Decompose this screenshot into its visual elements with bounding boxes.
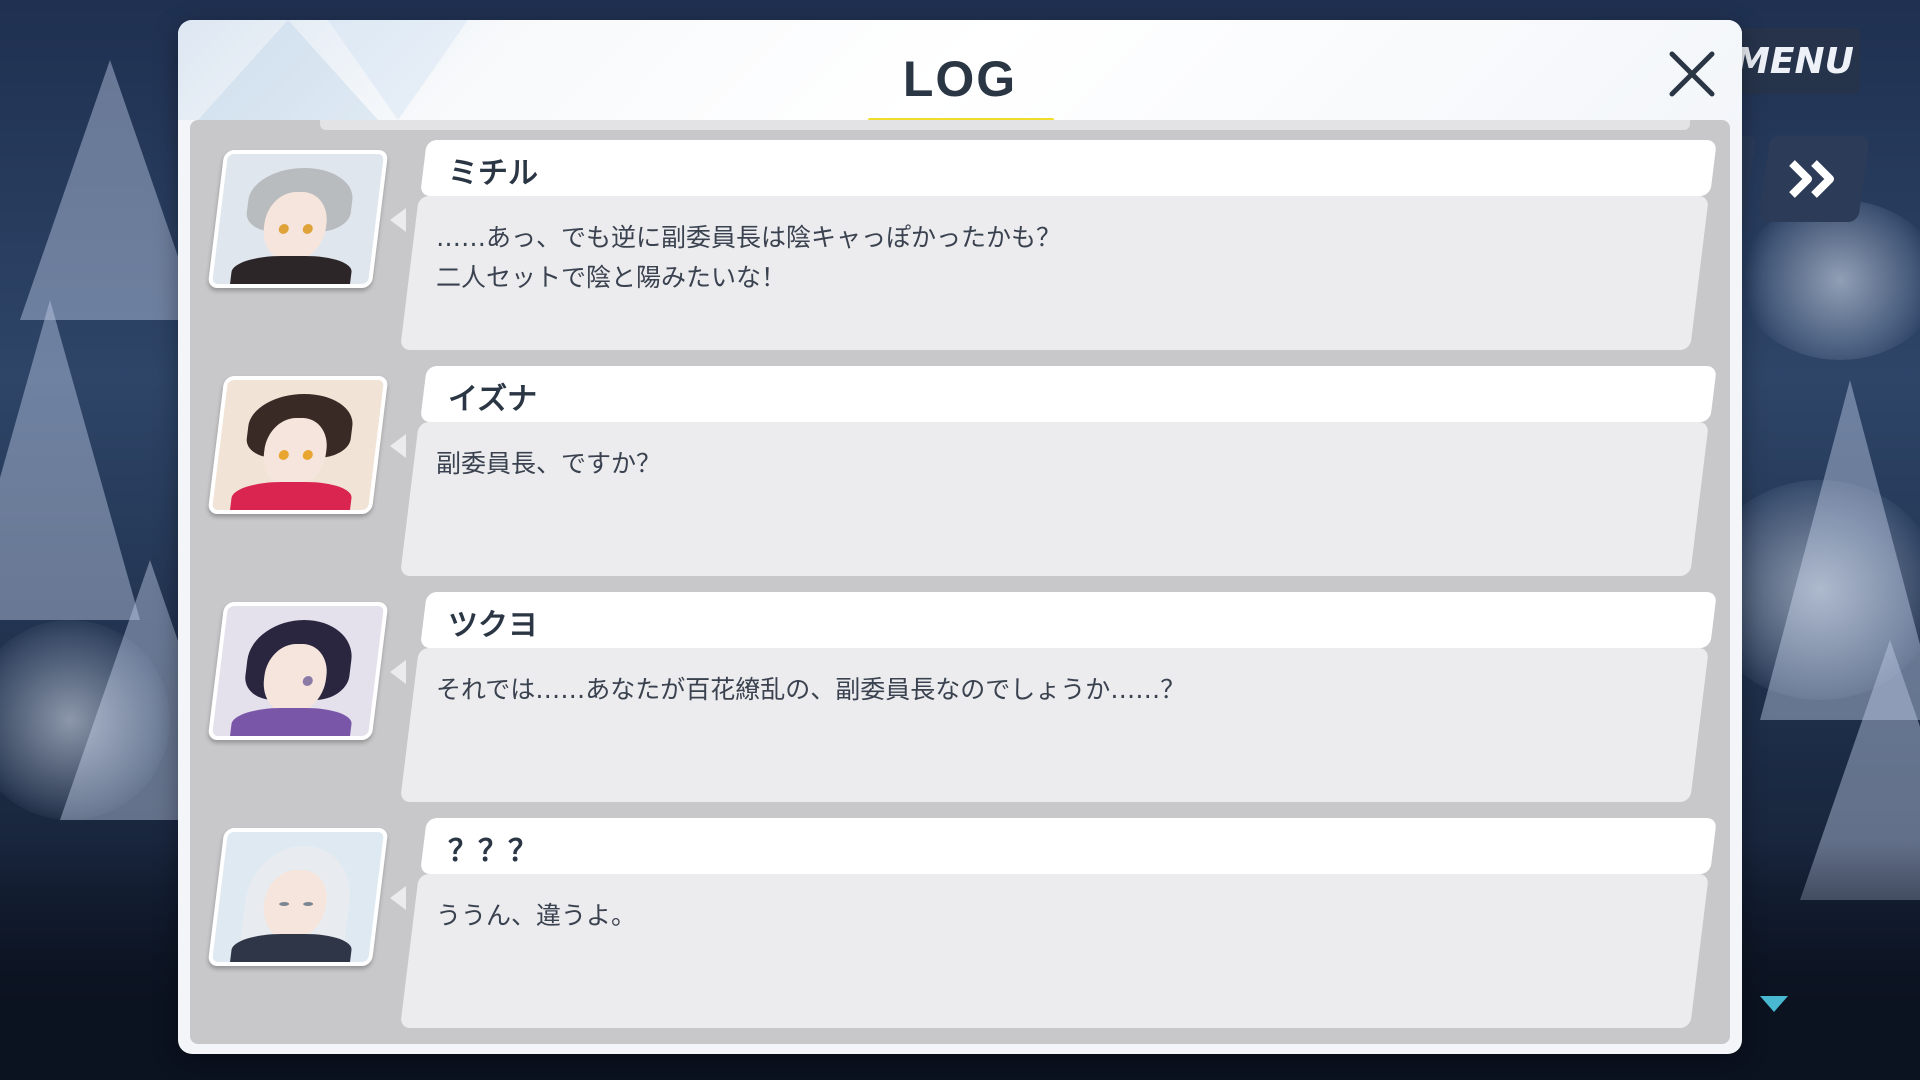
avatar-izuna	[207, 376, 389, 514]
snowy-tree	[20, 60, 200, 320]
close-x-icon	[1669, 51, 1715, 97]
previous-entry-edge	[320, 120, 1690, 130]
speaker-name: ？？？	[448, 834, 538, 869]
speech-pointer	[390, 886, 406, 910]
fast-forward-button[interactable]	[1757, 136, 1871, 222]
speaker-name: ミチル	[448, 156, 538, 191]
menu-label: MENU	[1734, 40, 1854, 82]
log-list[interactable]: ミチル ……あっ、でも逆に副委員長は陰キャっぽかったかも？ 二人セットで陰と陽み…	[190, 120, 1730, 1044]
log-entry: イズナ 副委員長、ですか？	[190, 366, 1730, 584]
speech-pointer	[390, 208, 406, 232]
name-strip	[420, 818, 1717, 874]
scroll-down-indicator[interactable]	[1760, 996, 1788, 1012]
log-entry: ツクヨ それでは……あなたが百花繚乱の、副委員長なのでしょうか……？	[190, 592, 1730, 810]
message-text: 副委員長、ですか？	[436, 449, 662, 478]
name-strip	[420, 140, 1717, 196]
menu-button[interactable]: MENU	[1728, 28, 1860, 94]
avatar-tsukuyo	[207, 602, 389, 740]
message-text: ううん、違うよ。	[436, 901, 637, 930]
speaker-name: ツクヨ	[448, 608, 538, 643]
name-strip	[420, 366, 1717, 422]
name-strip	[420, 592, 1717, 648]
avatar-body	[228, 708, 354, 740]
speaker-name: イズナ	[448, 382, 538, 417]
log-entry: ？？？ ううん、違うよ。	[190, 818, 1730, 1036]
speech-pointer	[390, 434, 406, 458]
message-text: ……あっ、でも逆に副委員長は陰キャっぽかったかも？ 二人セットで陰と陽みたいな！	[436, 223, 1062, 292]
avatar-michiru	[207, 150, 389, 288]
log-entry: ミチル ……あっ、でも逆に副委員長は陰キャっぽかったかも？ 二人セットで陰と陽み…	[190, 140, 1730, 358]
double-chevron-right-icon	[1789, 160, 1834, 198]
speech-pointer	[390, 660, 406, 684]
log-header: LOG	[178, 20, 1742, 124]
log-panel: LOG ミチル ……あっ、でも逆に副委員長は陰キャっぽかったかも？ 二人セットで…	[178, 20, 1742, 1054]
avatar-unknown	[207, 828, 389, 966]
log-title: LOG	[902, 51, 1018, 107]
snow-patch	[1740, 200, 1920, 360]
close-button[interactable]	[1652, 34, 1732, 114]
avatar-body	[228, 256, 354, 288]
avatar-body	[228, 934, 354, 966]
message-text: それでは……あなたが百花繚乱の、副委員長なのでしょうか……？	[436, 675, 1186, 704]
avatar-body	[228, 482, 354, 514]
